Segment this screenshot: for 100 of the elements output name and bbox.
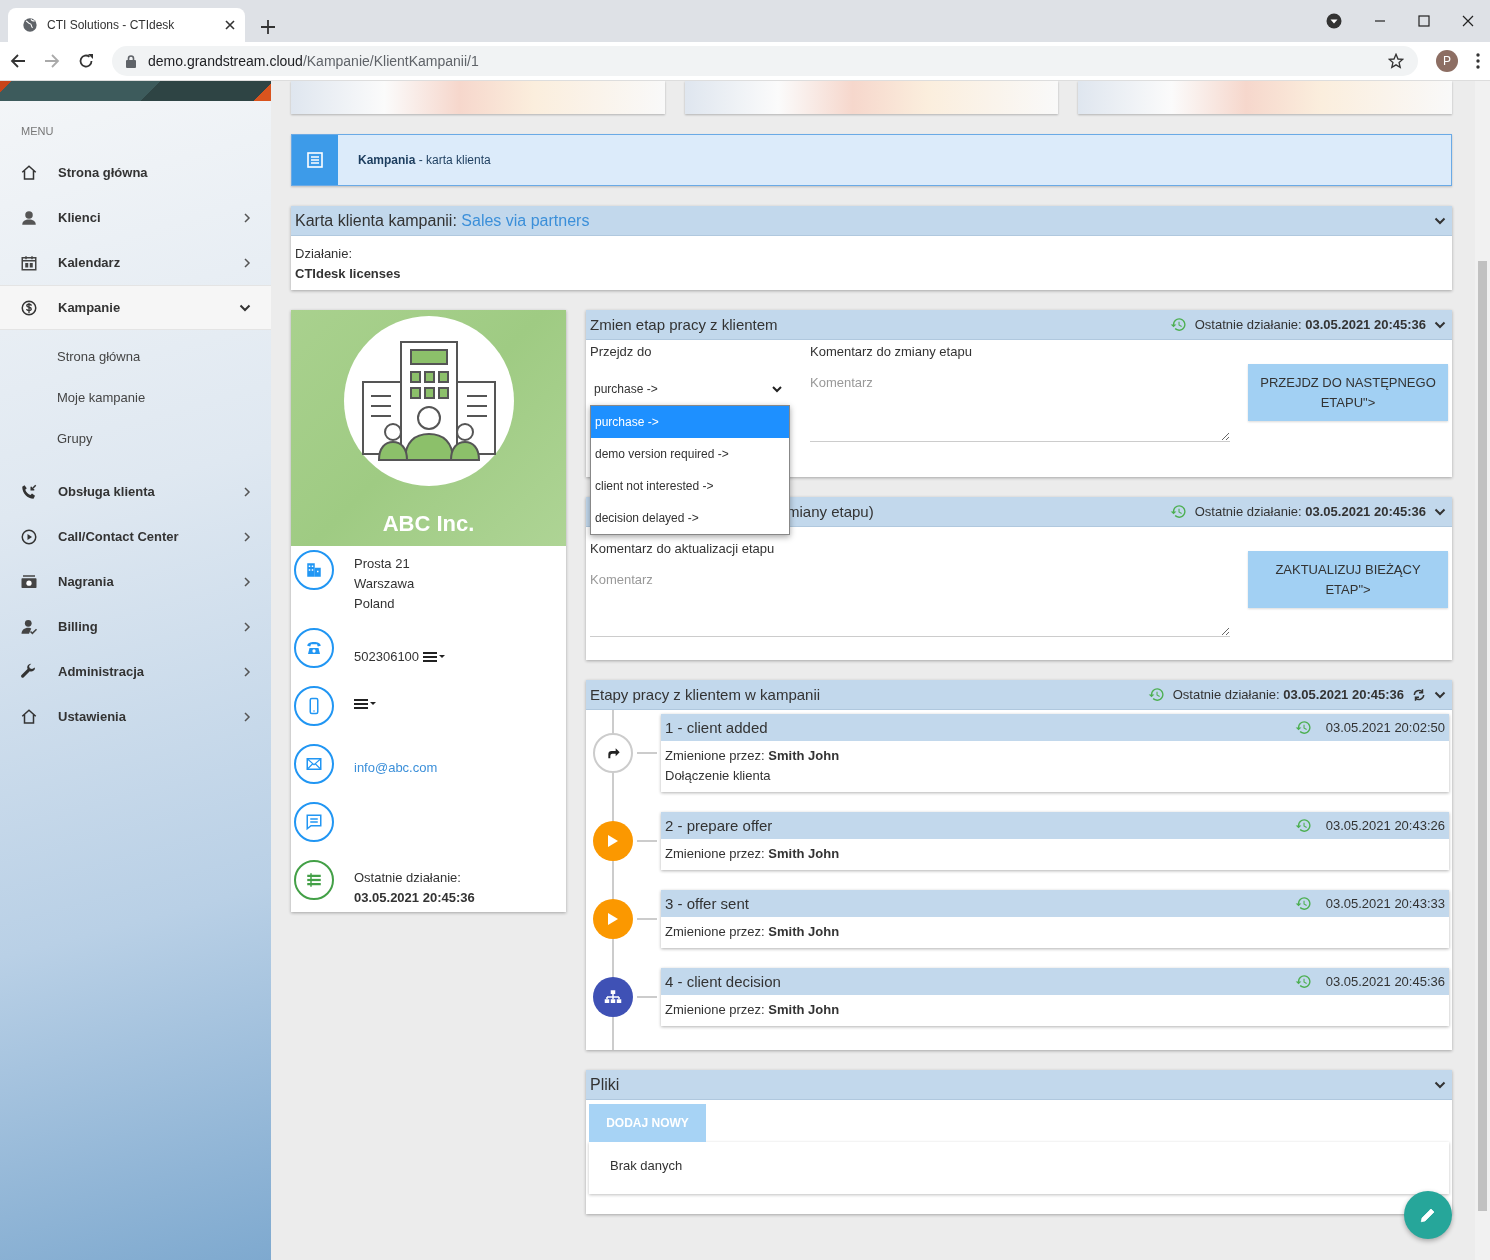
media-control-icon[interactable] <box>1326 13 1342 29</box>
collapse-icon[interactable] <box>1434 1080 1446 1089</box>
changed-by: Zmienione przez: Smith John <box>665 845 841 863</box>
client-name: ABC Inc. <box>382 511 475 537</box>
menu-item-icon <box>20 482 38 501</box>
phone-number: 502306100 <box>354 648 420 666</box>
sidebar-item[interactable]: Administracja <box>0 649 271 694</box>
history-icon <box>1169 503 1187 520</box>
hierarchy-icon <box>604 989 622 1005</box>
telephone-icon <box>305 639 323 657</box>
profile-avatar[interactable]: P <box>1436 50 1458 72</box>
back-icon[interactable] <box>10 53 26 69</box>
timeline-list-icon <box>305 871 323 889</box>
panel-title: Pliki <box>590 1075 621 1094</box>
history-icon <box>1147 686 1165 703</box>
menu-item-icon <box>20 253 38 272</box>
stage-title: 1 - client added <box>665 719 769 736</box>
update-stage-button[interactable]: ZAKTUALIZUJ BIEŻĄCY ETAP"> <box>1248 551 1448 608</box>
sidebar-item[interactable]: Billing <box>0 604 271 649</box>
page-title: Kampania - karta klienta <box>358 153 491 167</box>
play-icon <box>607 834 619 848</box>
menu-item-icon <box>20 617 38 636</box>
history-icon <box>1169 316 1187 333</box>
last-activity: Ostatnie działanie: 03.05.2021 20:45:36 <box>1194 317 1426 332</box>
scrollbar[interactable] <box>1475 81 1490 1260</box>
stage-time: 03.05.2021 20:02:50 <box>1325 720 1445 735</box>
menu-item-icon <box>20 208 38 227</box>
menu-item-icon <box>20 707 38 726</box>
collapse-icon[interactable] <box>1434 690 1446 699</box>
history-icon <box>1294 973 1312 990</box>
chevron-down-icon[interactable] <box>239 303 251 312</box>
history-icon <box>1294 719 1312 736</box>
menu-dropdown-icon[interactable] <box>354 698 376 710</box>
address-line: Prosta 21 <box>354 555 411 573</box>
maximize-icon[interactable] <box>1418 15 1430 27</box>
edit-button[interactable] <box>1404 1191 1452 1239</box>
sidebar-item[interactable]: Ustawienia <box>0 694 271 739</box>
empty-state-text: Brak danych <box>589 1142 1449 1194</box>
sidebar-item[interactable]: Kalendarz <box>0 240 271 285</box>
sidebar-item[interactable]: Obsługa klienta <box>0 469 271 514</box>
stage-title: 3 - offer sent <box>665 895 750 912</box>
dropdown-option[interactable]: decision delayed -> <box>591 502 789 534</box>
panel-title: Etapy pracy z klientem w kampanii <box>590 686 822 703</box>
menu-item-icon <box>20 572 38 591</box>
pencil-icon <box>1419 1206 1437 1224</box>
close-icon[interactable] <box>225 20 235 30</box>
menu-item-icon <box>20 163 38 182</box>
stage-note: Dołączenie klienta <box>665 767 772 785</box>
dropdown-option[interactable]: client not interested -> <box>591 470 789 502</box>
sidebar-item[interactable]: Call/Contact Center <box>0 514 271 559</box>
menu-item-icon <box>20 298 38 317</box>
sidebar-item[interactable]: Nagrania <box>0 559 271 604</box>
stage-time: 03.05.2021 20:45:36 <box>1325 974 1445 989</box>
sidebar-item[interactable]: Klienci <box>0 195 271 240</box>
submenu-item[interactable]: Moje kampanie <box>0 377 271 418</box>
action-label: Działanie: <box>295 245 354 263</box>
last-activity: Ostatnie działanie: 03.05.2021 20:45:36 <box>1194 504 1426 519</box>
email-link[interactable]: info@abc.com <box>354 760 438 775</box>
sidebar-item[interactable]: Strona główna <box>0 150 271 195</box>
bookmark-star-icon[interactable] <box>1388 53 1404 69</box>
more-options-icon[interactable] <box>1476 53 1480 69</box>
stage-title: 4 - client decision <box>665 973 782 990</box>
submenu-item[interactable]: Strona główna <box>0 336 271 377</box>
history-icon <box>1294 817 1312 834</box>
stage-select[interactable]: purchase -> <box>590 377 786 401</box>
address-line: Warszawa <box>354 575 415 593</box>
collapse-icon[interactable] <box>1434 507 1446 516</box>
browser-tab[interactable]: CTI Solutions - CTIdesk <box>8 8 245 42</box>
changed-by: Zmienione przez: Smith John <box>665 923 841 941</box>
menu-item-icon <box>20 662 38 681</box>
field-label: Komentarz do zmiany etapu <box>810 344 973 359</box>
next-stage-button[interactable]: PRZEJDZ DO NASTĘPNEGO ETAPU"> <box>1248 364 1448 421</box>
globe-icon <box>22 17 38 33</box>
refresh-icon[interactable] <box>1412 687 1426 702</box>
collapse-icon[interactable] <box>1434 216 1446 225</box>
field-label: Przejdz do <box>590 344 653 359</box>
close-window-icon[interactable] <box>1462 15 1474 27</box>
document-icon <box>307 152 323 168</box>
panel-title: Karta klienta kampanii: Sales via partners <box>295 211 591 230</box>
menu-dropdown-icon[interactable] <box>423 651 446 663</box>
collapse-icon[interactable] <box>1434 320 1446 329</box>
reload-icon[interactable] <box>78 53 94 69</box>
menu-item-icon <box>20 527 38 546</box>
action-value: CTIdesk licenses <box>295 265 402 283</box>
building-icon <box>305 561 323 579</box>
last-activity: Ostatnie działanie: 03.05.2021 20:45:36 <box>1172 687 1404 702</box>
chat-message-icon <box>305 813 323 831</box>
stage-title: 2 - prepare offer <box>665 817 774 834</box>
new-tab-icon[interactable] <box>261 20 275 34</box>
field-label: Komentarz do aktualizacji etapu <box>590 540 776 556</box>
last-activity-label: Ostatnie działanie: <box>354 869 462 887</box>
dropdown-option[interactable]: demo version required -> <box>591 438 789 470</box>
stage-time: 03.05.2021 20:43:26 <box>1325 818 1445 833</box>
lock-icon <box>126 54 136 68</box>
stage-time: 03.05.2021 20:43:33 <box>1325 896 1445 911</box>
menu-heading: MENU <box>20 124 55 139</box>
last-activity-value: 03.05.2021 20:45:36 <box>354 889 475 907</box>
sidebar-item[interactable]: Kampanie <box>0 285 271 330</box>
submenu-item[interactable]: Grupy <box>0 418 271 459</box>
address-bar[interactable]: demo.grandstream.cloud/Kampanie/KlientKampanii/1 <box>112 46 1418 76</box>
